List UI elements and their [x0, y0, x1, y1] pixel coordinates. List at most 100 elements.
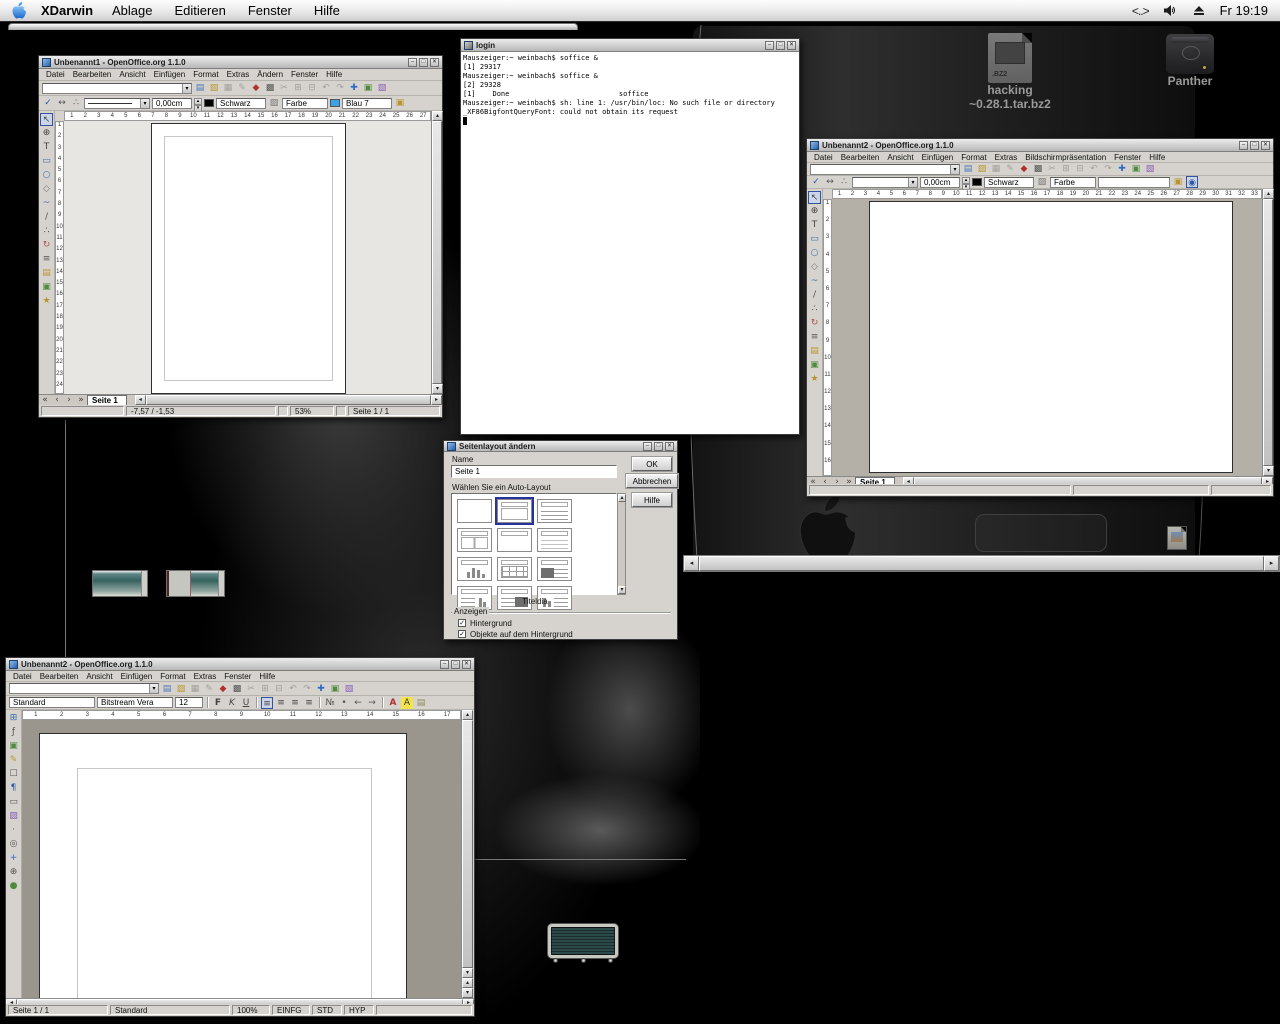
menu-item[interactable]: Format [189, 69, 222, 80]
horizontal-scrollbar[interactable]: ◂ ▸ [135, 395, 442, 405]
line-style-combobox[interactable]: ▾ [852, 177, 918, 188]
increase-indent-icon[interactable]: → [366, 697, 378, 709]
numbering-icon[interactable]: № [324, 697, 336, 709]
minimize-button[interactable]: – [1239, 141, 1248, 150]
insert-objects-icon[interactable]: ▣ [7, 740, 20, 753]
edit-points-icon[interactable]: ✓ [810, 176, 822, 188]
line-style-combobox[interactable]: ▾ [84, 98, 150, 109]
menu-item[interactable]: Ansicht [82, 671, 116, 682]
autolayout-option-title-content[interactable] [497, 499, 532, 523]
new-document-icon[interactable]: ▤ [962, 163, 974, 175]
export-pdf-icon[interactable]: ◆ [217, 683, 229, 695]
page-name-field[interactable]: Seite 1 [451, 465, 617, 478]
background-color-icon[interactable]: ▤ [415, 697, 427, 709]
new-document-icon[interactable]: ▤ [161, 683, 173, 695]
graphics-on-off-icon[interactable]: ▨ [7, 810, 20, 823]
cut-icon[interactable]: ✂ [278, 82, 290, 94]
menu-item[interactable]: Datei [9, 671, 36, 682]
decrease-indent-icon[interactable]: ← [352, 697, 364, 709]
form-functions-icon[interactable]: ☐ [7, 768, 20, 781]
close-button[interactable]: ✕ [787, 41, 796, 50]
line-width-spinner[interactable]: ▴▾ [194, 98, 202, 109]
cut-icon[interactable]: ✂ [1046, 163, 1058, 175]
ellipse-tool-icon[interactable]: ○ [808, 247, 821, 260]
font-size-combobox[interactable]: 12 [175, 697, 203, 708]
scroll-down-icon[interactable]: ▾ [1263, 466, 1274, 476]
minimize-button[interactable]: – [765, 41, 774, 50]
maximize-button[interactable]: □ [451, 660, 460, 669]
open-document-icon[interactable]: ▨ [976, 163, 988, 175]
menu-item[interactable]: Format [957, 152, 990, 163]
menu-item[interactable]: Ansicht [883, 152, 917, 163]
scroll-left-icon[interactable]: ◂ [135, 395, 146, 405]
status-selection-mode[interactable]: STD [312, 1005, 342, 1015]
rectangle-tool-icon[interactable]: ▭ [40, 155, 53, 168]
minimized-window-widget-2[interactable] [166, 570, 225, 597]
vertical-scrollbar[interactable]: ▴ ▾ [431, 111, 442, 394]
menu-item[interactable]: Extras [991, 152, 1022, 163]
maximize-button[interactable]: □ [776, 41, 785, 50]
scroll-up-icon[interactable]: ▴ [618, 494, 626, 502]
paragraph-style-combobox[interactable]: Standard [9, 697, 95, 708]
edit-points-icon[interactable]: ✓ [42, 97, 54, 109]
status-hyperlink-mode[interactable]: HYP [344, 1005, 374, 1015]
autolayout-option-title-table[interactable] [497, 557, 532, 581]
undo-icon[interactable]: ↶ [1088, 163, 1100, 175]
redo-icon[interactable]: ↷ [334, 82, 346, 94]
stylist-icon[interactable]: ▣ [1130, 163, 1142, 175]
bold-icon[interactable]: F [212, 697, 224, 709]
dialog-titlebar[interactable]: Seitenlayout ändern – □ ✕ [444, 441, 677, 452]
close-button[interactable]: ✕ [665, 442, 674, 451]
writer-titlebar[interactable]: Unbenannt2 - OpenOffice.org 1.1.0 – □ ✕ [6, 658, 474, 671]
menubar-menu-item[interactable]: Hilfe [303, 3, 351, 18]
gallery-icon[interactable]: ▧ [343, 683, 355, 695]
ok-button[interactable]: OK [632, 457, 672, 471]
alignment-tool-icon[interactable]: ≡ [808, 331, 821, 344]
terminal-titlebar[interactable]: login – □ ✕ [461, 39, 799, 52]
line-width-field[interactable]: 0,00cm [920, 177, 960, 188]
volume-icon[interactable] [1163, 4, 1178, 17]
export-pdf-icon[interactable]: ◆ [1018, 163, 1030, 175]
background-window-scrollbar[interactable]: ◂ ▸ [683, 555, 1280, 572]
next-page-icon[interactable]: ▾ [462, 988, 473, 998]
fill-color-combobox[interactable]: Blau 7 [342, 98, 392, 109]
nonprinting-characters-icon[interactable]: · [7, 824, 20, 837]
navigator-icon[interactable]: ✚ [1116, 163, 1128, 175]
menu-item[interactable]: Datei [810, 152, 837, 163]
insert-frame-icon[interactable]: ▭ [7, 796, 20, 809]
zoom-tool-icon[interactable]: ⊕ [808, 205, 821, 218]
status-insert-mode[interactable]: EINFG [272, 1005, 310, 1015]
line-width-field[interactable]: 0,00cm [152, 98, 192, 109]
scroll-down-icon[interactable]: ▾ [432, 384, 443, 394]
vertical-scrollbar[interactable]: ▴ ▾ [1262, 189, 1273, 476]
save-icon[interactable]: ▦ [189, 683, 201, 695]
3d-objects-tool-icon[interactable]: ◇ [40, 183, 53, 196]
status-zoom[interactable]: 100% [232, 1005, 270, 1015]
layout-scrollbar[interactable]: ▴ ▾ [617, 493, 626, 595]
autolayout-option-title-only[interactable] [497, 528, 532, 552]
menu-item[interactable]: Bearbeiten [36, 671, 83, 682]
url-combobox[interactable]: ▾ [9, 683, 159, 694]
status-zoom[interactable]: 53% [290, 406, 334, 416]
fill-bucket-icon[interactable]: ▨ [1036, 176, 1048, 188]
copy-icon[interactable]: ⊞ [292, 82, 304, 94]
writer-page[interactable] [39, 733, 407, 998]
export-pdf-icon[interactable]: ◆ [250, 82, 262, 94]
eject-icon[interactable] [1192, 4, 1206, 17]
gallery-icon[interactable]: ▧ [1144, 163, 1156, 175]
menu-item[interactable]: Ansicht [115, 69, 149, 80]
minimized-window-widget-3[interactable] [548, 924, 618, 958]
maximize-button[interactable]: □ [654, 442, 663, 451]
stylist-icon[interactable]: ▣ [329, 683, 341, 695]
close-button[interactable]: ✕ [462, 660, 471, 669]
rotate-tool-icon[interactable]: ↻ [40, 239, 53, 252]
navigator-icon[interactable]: + [7, 852, 20, 865]
menu-item[interactable]: Datei [42, 69, 69, 80]
lineend-style-icon[interactable]: ↔ [824, 176, 836, 188]
insert-tool-icon[interactable]: ▣ [40, 281, 53, 294]
alignment-tool-icon[interactable]: ≡ [40, 253, 53, 266]
maximize-button[interactable]: □ [1250, 141, 1259, 150]
insert-tool-icon[interactable]: ▣ [808, 359, 821, 372]
menu-item[interactable]: Hilfe [255, 671, 279, 682]
select-tool-icon[interactable]: ↖ [808, 191, 821, 204]
